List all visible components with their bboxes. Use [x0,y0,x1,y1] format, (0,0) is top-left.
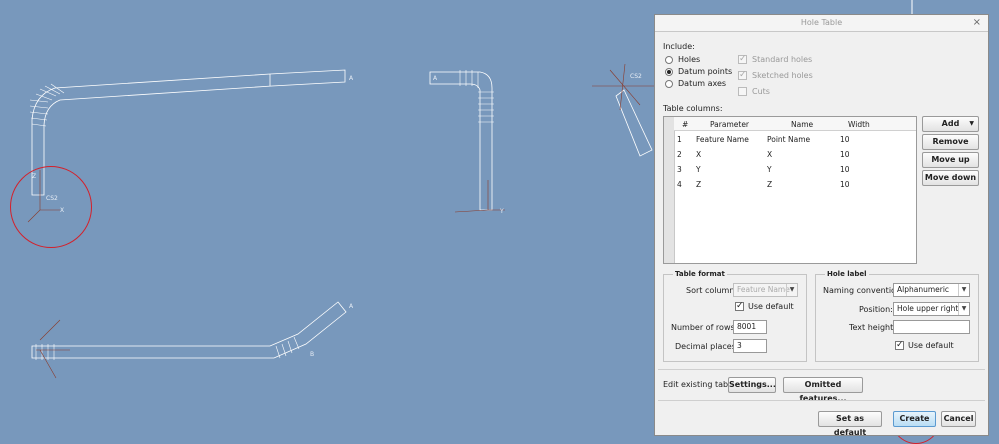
naming-select[interactable]: Alphanumeric ▼ [893,283,970,297]
close-icon[interactable]: × [973,15,981,31]
cell-number: 3 [677,165,682,174]
chevron-down-icon: ▼ [958,284,969,296]
hole-label-use-default-check[interactable]: ✓ [895,341,904,350]
omitted-features-button[interactable]: Omitted features... [783,377,863,403]
cell-width: 10 [840,150,850,159]
dialog-titlebar: Hole Table × [655,15,988,32]
decimals-label: Decimal places: [675,342,739,351]
naming-value: Alphanumeric [897,285,950,294]
table-header: # Parameter Name Width [674,117,916,131]
chevron-down-icon: ▼ [969,120,974,127]
text-height-input[interactable] [893,320,970,334]
label-a3: A [349,303,354,310]
cell-parameter: Z [696,180,702,189]
check-cuts-label: Cuts [752,87,770,96]
table-format-use-default-label: Use default [748,302,794,311]
cell-name: Z [767,180,773,189]
add-button-label: Add [941,119,960,128]
label-b3: B [310,351,314,358]
header-number: # [682,120,689,129]
hole-label-title: Hole label [825,270,869,278]
cell-width: 10 [840,165,850,174]
straw1-ribs [29,83,65,127]
cancel-button[interactable]: Cancel [941,411,976,427]
label-a1: A [349,75,354,82]
chevron-down-icon: ▼ [786,284,797,296]
columns-table: # Parameter Name Width 1 Feature Name Po… [663,116,917,264]
label-z: Z [32,173,36,180]
table-columns-label: Table columns: [663,104,723,113]
cell-width: 10 [840,135,850,144]
separator [658,369,985,370]
radio-datum-axes[interactable] [665,80,673,88]
cell-width: 10 [840,180,850,189]
cell-number: 4 [677,180,682,189]
cell-parameter: Y [696,165,701,174]
text-height-label: Text height: [849,323,896,332]
cell-name: Y [767,165,772,174]
table-format-use-default-check[interactable]: ✓ [735,302,744,311]
cell-number: 1 [677,135,682,144]
cell-name: Point Name [767,135,811,144]
radio-holes-label: Holes [678,55,701,64]
sort-column-label: Sort column: [686,286,738,295]
header-parameter: Parameter [710,120,750,129]
edit-existing-label: Edit existing table: [663,380,738,389]
position-value: Hole upper right [897,304,959,313]
rows-label: Number of rows: [671,323,738,332]
move-up-button[interactable]: Move up [922,152,979,168]
cell-name: X [767,150,773,159]
cell-number: 2 [677,150,682,159]
label-y: Y [499,208,504,215]
add-button[interactable]: Add ▼ [922,116,979,132]
header-name: Name [791,120,814,129]
check-sketched-holes[interactable]: ✓ [738,71,747,80]
move-down-button[interactable]: Move down [922,170,979,186]
settings-button[interactable]: Settings... [728,377,776,393]
cell-parameter: X [696,150,702,159]
remove-button[interactable]: Remove [922,134,979,150]
radio-datum-points-label: Datum points [678,67,733,76]
sort-column-value: Feature Name [737,285,790,294]
create-button[interactable]: Create [893,411,936,427]
cell-parameter: Feature Name [696,135,749,144]
sort-column-select[interactable]: Feature Name ▼ [733,283,798,297]
position-label: Position: [859,305,893,314]
row-selector-strip [664,117,675,263]
separator [658,400,985,401]
check-standard-holes-label: Standard holes [752,55,813,64]
table-format-title: Table format [673,270,727,278]
radio-datum-axes-label: Datum axes [678,79,727,88]
include-label: Include: [663,42,695,51]
chevron-down-icon: ▼ [958,303,969,315]
dialog-title: Hole Table [800,18,843,27]
label-cs-left: CS2 [46,195,58,202]
decimals-input[interactable]: 3 [733,339,767,353]
check-sketched-holes-label: Sketched holes [752,71,813,80]
label-x: X [60,207,64,214]
naming-label: Naming convention: [823,286,904,295]
hole-label-use-default-label: Use default [908,341,954,350]
rows-input[interactable]: 8001 [733,320,767,334]
check-cuts[interactable] [738,87,747,96]
radio-holes[interactable] [665,56,673,64]
header-width: Width [848,120,870,129]
set-default-button[interactable]: Set as default [818,411,882,437]
check-standard-holes[interactable]: ✓ [738,55,747,64]
radio-datum-points[interactable] [665,68,673,76]
label-a2: A [433,75,438,82]
position-select[interactable]: Hole upper right ▼ [893,302,970,316]
label-cs-right: CS2 [630,73,642,80]
